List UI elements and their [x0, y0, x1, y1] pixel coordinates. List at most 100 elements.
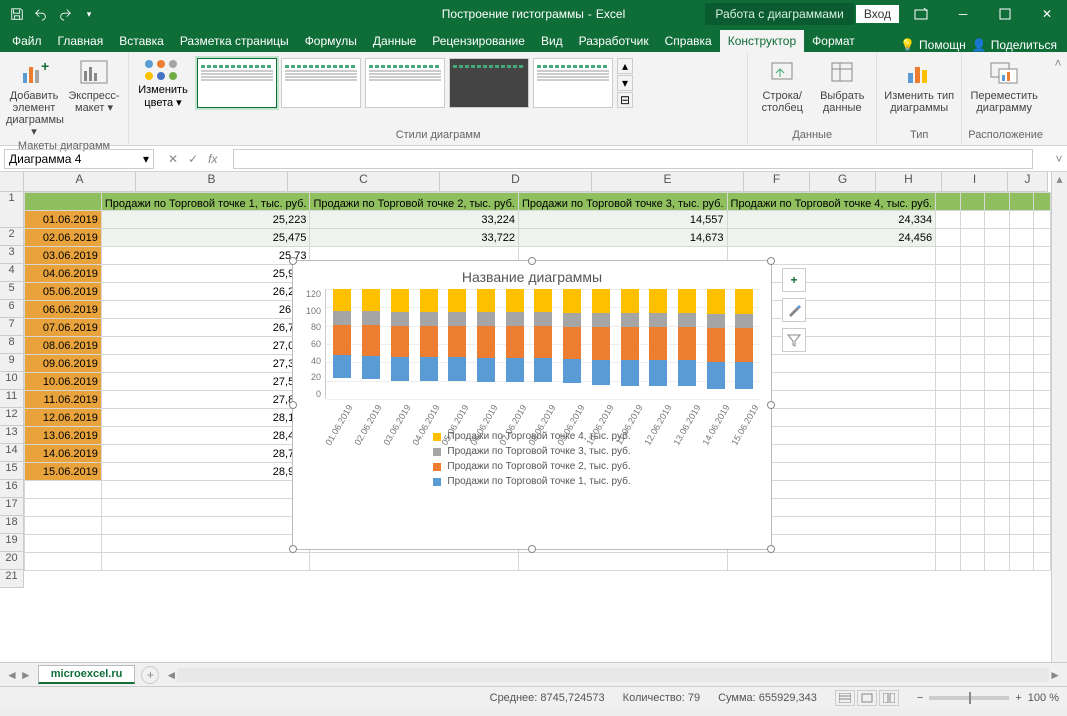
- zoom-in-button[interactable]: +: [1015, 692, 1021, 704]
- style-thumb-2[interactable]: [281, 58, 361, 108]
- col-header[interactable]: H: [876, 172, 942, 192]
- cell[interactable]: [960, 553, 985, 571]
- redo-icon[interactable]: [54, 3, 76, 25]
- cell[interactable]: [936, 481, 961, 499]
- row-header[interactable]: 21: [0, 570, 24, 588]
- cell[interactable]: 14.06.2019: [25, 445, 102, 463]
- row-header[interactable]: 12: [0, 408, 24, 426]
- cell[interactable]: 14,557: [518, 211, 727, 229]
- move-chart-button[interactable]: Переместить диаграмму: [968, 56, 1040, 114]
- row-header[interactable]: 9: [0, 354, 24, 372]
- cell[interactable]: [960, 355, 985, 373]
- row-header[interactable]: 5: [0, 282, 24, 300]
- row-header[interactable]: 19: [0, 534, 24, 552]
- tab-вставка[interactable]: Вставка: [111, 30, 172, 52]
- close-icon[interactable]: ✕: [1027, 0, 1067, 28]
- zoom-level[interactable]: 100 %: [1028, 692, 1059, 704]
- resize-handle[interactable]: [289, 257, 297, 265]
- row-header[interactable]: 14: [0, 444, 24, 462]
- cell[interactable]: 14,673: [518, 229, 727, 247]
- tab-file[interactable]: Файл: [4, 30, 50, 52]
- sheet-nav-prev-icon[interactable]: ◄: [6, 668, 18, 682]
- name-box[interactable]: Диаграмма 4 ▾: [4, 149, 154, 169]
- cell[interactable]: [936, 427, 961, 445]
- cell[interactable]: 27,313: [101, 355, 310, 373]
- cell[interactable]: [960, 373, 985, 391]
- select-data-button[interactable]: Выбрать данные: [814, 56, 870, 114]
- cell[interactable]: [1009, 391, 1034, 409]
- cell[interactable]: [1034, 229, 1051, 247]
- cell[interactable]: [936, 211, 961, 229]
- chart-elements-button[interactable]: +: [782, 268, 806, 292]
- col-header[interactable]: G: [810, 172, 876, 192]
- resize-handle[interactable]: [289, 545, 297, 553]
- vertical-scrollbar[interactable]: ▴: [1051, 172, 1067, 662]
- cell[interactable]: [1009, 445, 1034, 463]
- cell[interactable]: [1034, 337, 1051, 355]
- cell[interactable]: [101, 535, 310, 553]
- cell[interactable]: [960, 427, 985, 445]
- cell[interactable]: 11.06.2019: [25, 391, 102, 409]
- change-colors-button[interactable]: Изменить цвета ▾: [135, 56, 191, 109]
- cell[interactable]: 10.06.2019: [25, 373, 102, 391]
- cell[interactable]: [985, 283, 1010, 301]
- cell[interactable]: [25, 517, 102, 535]
- cell[interactable]: [1034, 481, 1051, 499]
- cell[interactable]: [960, 337, 985, 355]
- chart-filters-button[interactable]: [782, 328, 806, 352]
- row-header[interactable]: 11: [0, 390, 24, 408]
- sheet-tab-active[interactable]: microexcel.ru: [38, 665, 136, 684]
- cell[interactable]: [985, 301, 1010, 319]
- cell[interactable]: [1034, 445, 1051, 463]
- style-thumb-1[interactable]: [197, 58, 277, 108]
- tab-главная[interactable]: Главная: [50, 30, 112, 52]
- cell[interactable]: 27,862: [101, 391, 310, 409]
- resize-handle[interactable]: [289, 401, 297, 409]
- cell[interactable]: [936, 445, 961, 463]
- chart-plot-area[interactable]: 120100806040200: [293, 289, 771, 399]
- cell[interactable]: 12.06.2019: [25, 409, 102, 427]
- cell[interactable]: [985, 499, 1010, 517]
- chart-title[interactable]: Название диаграммы: [293, 261, 771, 289]
- row-header[interactable]: 8: [0, 336, 24, 354]
- cell[interactable]: [1034, 553, 1051, 571]
- ribbon-display-options-icon[interactable]: [901, 0, 941, 28]
- cell[interactable]: [1034, 211, 1051, 229]
- cell[interactable]: [936, 319, 961, 337]
- zoom-out-button[interactable]: −: [917, 692, 923, 704]
- cell[interactable]: [101, 517, 310, 535]
- cell[interactable]: 07.06.2019: [25, 319, 102, 337]
- cell[interactable]: [1009, 211, 1034, 229]
- cell[interactable]: [1009, 535, 1034, 553]
- cell[interactable]: [985, 211, 1010, 229]
- cell[interactable]: [101, 481, 310, 499]
- cell[interactable]: [1034, 283, 1051, 301]
- gallery-more-icon[interactable]: ⊟: [617, 92, 633, 108]
- select-all-corner[interactable]: [0, 172, 24, 192]
- collapse-ribbon-icon[interactable]: ˄: [1049, 52, 1067, 145]
- cell[interactable]: 28,706: [101, 445, 310, 463]
- cell[interactable]: 04.06.2019: [25, 265, 102, 283]
- cell[interactable]: [1009, 481, 1034, 499]
- cell[interactable]: [1034, 265, 1051, 283]
- cell[interactable]: [1034, 373, 1051, 391]
- cell[interactable]: [960, 391, 985, 409]
- cell[interactable]: 28,141: [101, 409, 310, 427]
- cell[interactable]: [1009, 517, 1034, 535]
- cell[interactable]: [985, 409, 1010, 427]
- tab-справка[interactable]: Справка: [657, 30, 720, 52]
- sheet-nav-next-icon[interactable]: ►: [20, 668, 32, 682]
- row-header[interactable]: 3: [0, 246, 24, 264]
- col-header[interactable]: B: [136, 172, 288, 192]
- row-header[interactable]: 2: [0, 228, 24, 246]
- col-header[interactable]: A: [24, 172, 136, 192]
- cell[interactable]: [936, 535, 961, 553]
- row-header[interactable]: 16: [0, 480, 24, 498]
- maximize-icon[interactable]: [985, 0, 1025, 28]
- cell[interactable]: [1034, 409, 1051, 427]
- cell[interactable]: 01.06.2019: [25, 211, 102, 229]
- cell[interactable]: 03.06.2019: [25, 247, 102, 265]
- row-header[interactable]: 6: [0, 300, 24, 318]
- row-header[interactable]: 13: [0, 426, 24, 444]
- cell[interactable]: [960, 517, 985, 535]
